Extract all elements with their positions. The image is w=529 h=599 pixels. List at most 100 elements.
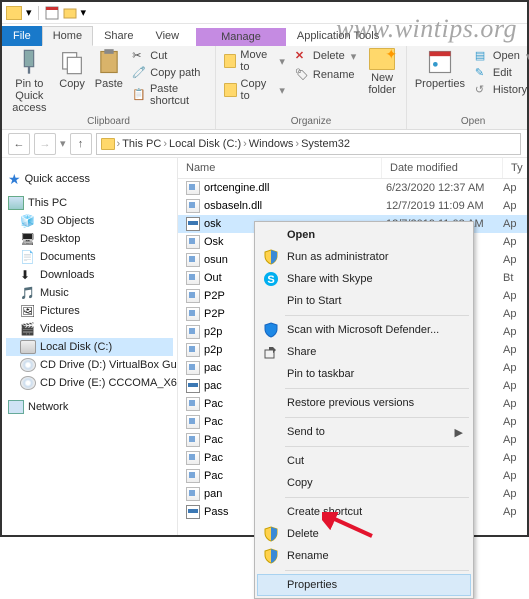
- ctx-copy[interactable]: Copy: [257, 472, 471, 494]
- ctx-delete[interactable]: Delete: [257, 523, 471, 545]
- dll-icon: [186, 307, 200, 321]
- move-to-button[interactable]: Move to▾: [222, 48, 287, 74]
- dll-icon: [186, 289, 200, 303]
- cut-button[interactable]: ✂Cut: [130, 48, 209, 64]
- ctx-restore-versions[interactable]: Restore previous versions: [257, 392, 471, 414]
- open-icon: ▤: [475, 49, 489, 63]
- tab-application-tools[interactable]: Application Tools: [286, 26, 390, 46]
- ctx-share[interactable]: Share: [257, 341, 471, 363]
- nav-tree[interactable]: ★Quick access This PC 🧊3D Objects🖥Deskto…: [2, 158, 178, 535]
- delete-button[interactable]: ✕Delete▾: [293, 48, 358, 64]
- history-icon: ↺: [475, 83, 489, 97]
- tab-view[interactable]: View: [144, 26, 190, 46]
- dll-icon: [186, 343, 200, 357]
- tree-item[interactable]: Local Disk (C:): [6, 338, 173, 356]
- qat-dropdown2-icon[interactable]: ▾: [81, 6, 87, 19]
- moveto-icon: [224, 54, 236, 68]
- chevron-right-icon: ▶: [455, 426, 463, 439]
- network-icon: [8, 400, 24, 414]
- copy-to-button[interactable]: Copy to▾: [222, 77, 287, 103]
- ctx-cut[interactable]: Cut: [257, 450, 471, 472]
- tree-item[interactable]: 📄Documents: [6, 248, 173, 266]
- tree-item[interactable]: ⬇Downloads: [6, 266, 173, 284]
- qat-newfolder-icon[interactable]: [63, 6, 77, 20]
- ctx-pin-taskbar[interactable]: Pin to taskbar: [257, 363, 471, 385]
- tree-this-pc[interactable]: This PC: [6, 194, 173, 212]
- col-date[interactable]: Date modified: [382, 158, 503, 178]
- tree-item[interactable]: 🎬Videos: [6, 320, 173, 338]
- ctx-properties[interactable]: Properties: [257, 574, 471, 596]
- title-bar: ▾ ▾: [2, 2, 527, 24]
- path-icon: 🧷: [132, 66, 146, 80]
- file-row[interactable]: ortcengine.dll6/23/2020 12:37 AMAp: [178, 179, 527, 197]
- ctx-create-shortcut[interactable]: Create shortcut: [257, 501, 471, 523]
- tree-item[interactable]: 🖼Pictures: [6, 302, 173, 320]
- nav-up-button[interactable]: ↑: [70, 133, 92, 155]
- addr-folder-icon: [101, 138, 115, 150]
- tree-item[interactable]: CD Drive (D:) VirtualBox Guest A: [6, 356, 173, 374]
- tree-item-icon: [20, 376, 36, 390]
- copy-button[interactable]: Copy: [57, 48, 88, 90]
- open-button[interactable]: ▤Open▾: [473, 48, 529, 64]
- svg-text:S: S: [267, 274, 274, 286]
- qat-properties-icon[interactable]: [45, 6, 59, 20]
- qat-dropdown-icon[interactable]: ▾: [26, 6, 32, 19]
- ctx-run-as-admin[interactable]: Run as administrator: [257, 246, 471, 268]
- new-folder-button[interactable]: ✦ New folder: [364, 48, 400, 96]
- col-name[interactable]: Name: [178, 158, 382, 178]
- scissors-icon: ✂: [132, 49, 146, 63]
- context-menu: Open Run as administrator S Share with S…: [254, 221, 474, 599]
- crumb-local-disk[interactable]: Local Disk (C:)›: [169, 138, 247, 150]
- ctx-open[interactable]: Open: [257, 224, 471, 246]
- tree-item-icon: [20, 358, 36, 372]
- tree-item-icon: 🖥: [20, 232, 36, 246]
- tree-item-icon: ⬇: [20, 268, 36, 282]
- crumb-system32[interactable]: System32: [301, 138, 350, 150]
- col-type[interactable]: Ty: [503, 158, 527, 178]
- tab-home[interactable]: Home: [42, 26, 93, 46]
- tree-item-icon: [20, 340, 36, 354]
- paste-button[interactable]: Paste: [93, 48, 124, 90]
- crumb-this-pc[interactable]: This PC›: [122, 138, 167, 150]
- tree-item[interactable]: 🧊3D Objects: [6, 212, 173, 230]
- ctx-rename[interactable]: Rename: [257, 545, 471, 567]
- dll-icon: [186, 253, 200, 267]
- tree-item[interactable]: 🎵Music: [6, 284, 173, 302]
- tab-share[interactable]: Share: [93, 26, 144, 46]
- properties-button[interactable]: Properties: [413, 48, 467, 90]
- tree-item-icon: 🧊: [20, 214, 36, 228]
- history-button[interactable]: ↺History: [473, 82, 529, 98]
- paste-shortcut-button[interactable]: 📋Paste shortcut: [130, 82, 209, 108]
- pin-label: Pin to Quick access: [8, 78, 51, 114]
- dll-icon: [186, 325, 200, 339]
- ctx-scan-defender[interactable]: Scan with Microsoft Defender...: [257, 319, 471, 341]
- dll-icon: [186, 235, 200, 249]
- tree-item[interactable]: CD Drive (E:) CCCOMA_X64FRE_: [6, 374, 173, 392]
- copyto-icon: [224, 83, 236, 97]
- file-row[interactable]: osbaseln.dll12/7/2019 11:09 AMAp: [178, 197, 527, 215]
- tree-network[interactable]: Network: [6, 398, 173, 416]
- tree-item-icon: 📄: [20, 250, 36, 264]
- rename-button[interactable]: 🏷Rename: [293, 67, 358, 83]
- newfolder-icon: ✦: [369, 48, 395, 70]
- tree-item-icon: 🖼: [20, 304, 36, 318]
- crumb-windows[interactable]: Windows›: [249, 138, 299, 150]
- ctx-pin-start[interactable]: Pin to Start: [257, 290, 471, 312]
- nav-recent-icon[interactable]: ▾: [60, 137, 66, 150]
- copy-path-button[interactable]: 🧷Copy path: [130, 65, 209, 81]
- nav-back-button[interactable]: ←: [8, 133, 30, 155]
- tree-item[interactable]: 🖥Desktop: [6, 230, 173, 248]
- nav-forward-button[interactable]: →: [34, 133, 56, 155]
- edit-button[interactable]: ✎Edit: [473, 65, 529, 81]
- ctx-share-skype[interactable]: S Share with Skype: [257, 268, 471, 290]
- dll-icon: [186, 487, 200, 501]
- breadcrumb-bar[interactable]: › This PC› Local Disk (C:)› Windows› Sys…: [96, 133, 521, 155]
- pin-to-quick-access-button[interactable]: Pin to Quick access: [8, 48, 51, 114]
- tab-file[interactable]: File: [2, 26, 42, 46]
- shield-rename-icon: [263, 548, 279, 564]
- tree-quick-access[interactable]: ★Quick access: [6, 170, 173, 188]
- chevron-right-icon[interactable]: ›: [117, 138, 121, 150]
- exe-icon: [186, 217, 200, 231]
- ctx-send-to[interactable]: Send to▶: [257, 421, 471, 443]
- column-headers[interactable]: Name Date modified Ty: [178, 158, 527, 179]
